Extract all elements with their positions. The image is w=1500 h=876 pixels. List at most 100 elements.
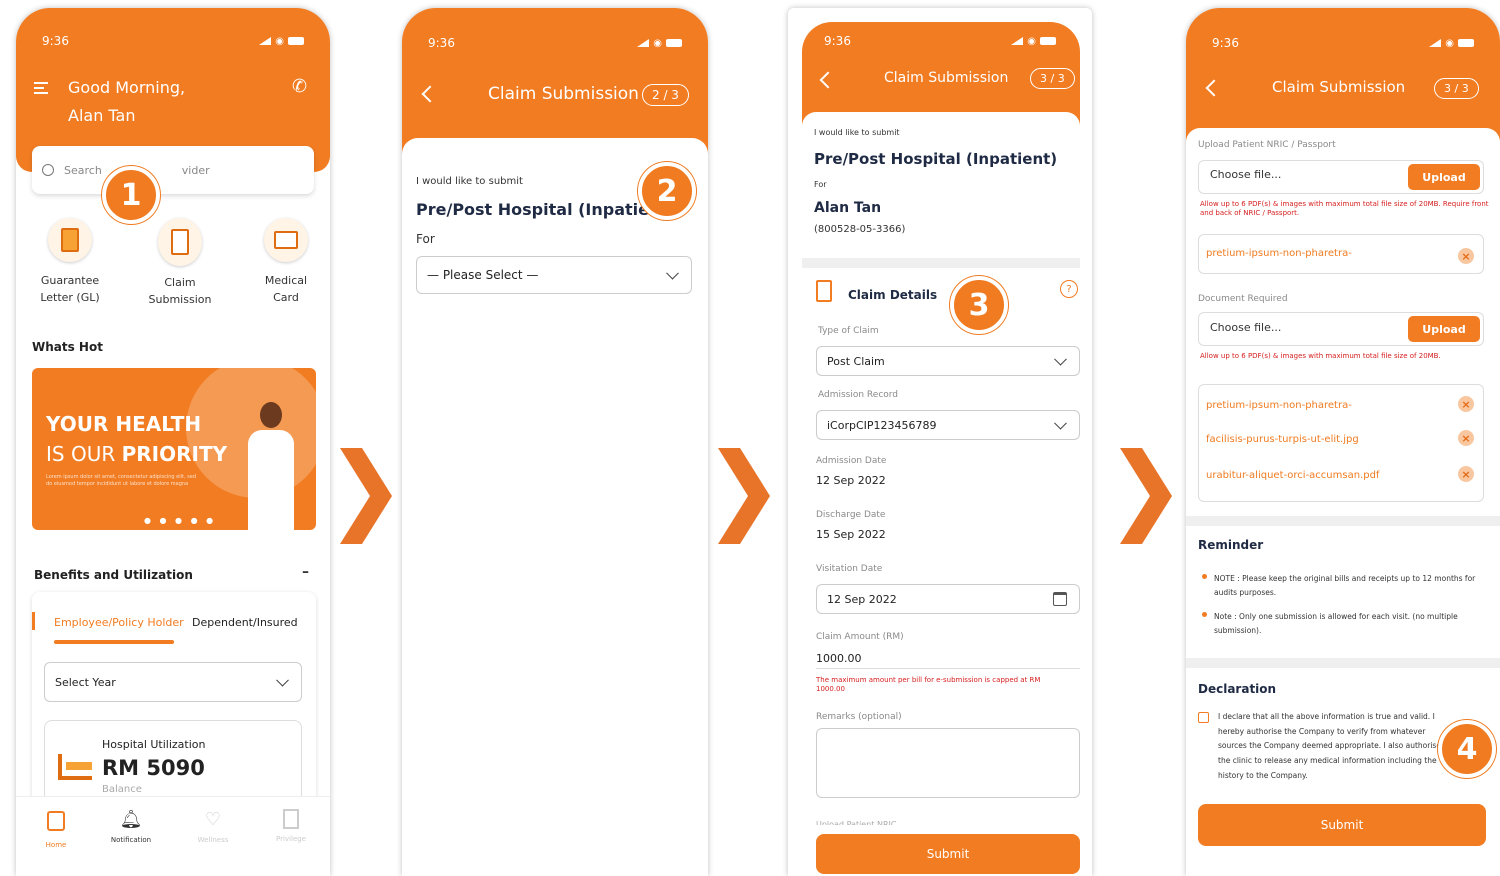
quick-medical-line2: Card: [273, 291, 299, 304]
select-year-dropdown[interactable]: Select Year: [44, 662, 302, 702]
wifi-icon: ◉: [275, 35, 284, 47]
quick-gl[interactable]: Guarantee Letter (GL): [30, 218, 110, 304]
remove-file-icon[interactable]: ×: [1458, 248, 1474, 264]
calendar-icon: [1053, 592, 1067, 606]
reminder-2: Note : Only one submission is allowed fo…: [1214, 612, 1458, 635]
status-time: 9:36: [1212, 36, 1239, 50]
banner-line1: YOUR HEALTH: [46, 412, 202, 436]
home-icon: [47, 811, 65, 831]
search-input[interactable]: Search vider: [32, 146, 314, 194]
reminder-bullet-2: [1202, 612, 1207, 617]
remarks-textarea[interactable]: [816, 728, 1080, 798]
type-of-claim-value: Post Claim: [827, 354, 885, 368]
reminder-bullet-1: [1202, 574, 1207, 579]
screen-home: 9:36 ◉ Good Morning, Alan Tan ✆ Search v…: [16, 8, 330, 876]
quick-gl-line1: Guarantee: [40, 274, 100, 287]
admission-date-value: 12 Sep 2022: [816, 474, 886, 487]
claim-amount-value[interactable]: 1000.00: [816, 652, 862, 665]
chevron-down-icon: [1054, 352, 1067, 366]
visitation-date-picker[interactable]: 12 Sep 2022: [816, 584, 1080, 614]
tab-dependent[interactable]: Dependent/Insured: [192, 616, 298, 629]
status-icons: ◉: [259, 36, 304, 47]
choose-file-text: Choose file...: [1210, 168, 1282, 181]
remove-file-icon[interactable]: ×: [1458, 466, 1474, 482]
banner-line2b: PRIORITY: [121, 442, 228, 466]
submit-button[interactable]: Submit: [1198, 804, 1486, 846]
admission-record-select[interactable]: iCorpCIP123456789: [816, 410, 1080, 440]
next-arrow-icon: [340, 448, 392, 544]
status-bar: 9:36 ◉: [42, 30, 304, 52]
wifi-icon: ◉: [1445, 37, 1454, 49]
battery-icon: [666, 39, 682, 47]
document-required-label: Document Required: [1198, 294, 1288, 304]
section-divider: [802, 258, 1080, 268]
discharge-date-label: Discharge Date: [816, 510, 886, 520]
claim-header: [1186, 8, 1500, 142]
chevron-down-icon: [1054, 416, 1067, 430]
declaration-checkbox[interactable]: [1198, 712, 1209, 723]
page-title: Claim Submission: [488, 84, 639, 104]
signal-icon: [1429, 39, 1442, 47]
carousel-dots[interactable]: ● ● ● ● ●: [144, 516, 216, 525]
admission-record-label: Admission Record: [818, 390, 899, 400]
discharge-date-value: 15 Sep 2022: [816, 528, 886, 541]
step-badge-4: 4: [1438, 720, 1496, 778]
nav-wellness-label: Wellness: [197, 836, 229, 844]
patient-select-placeholder: — Please Select —: [427, 268, 539, 282]
clipboard-icon: [158, 218, 202, 266]
signal-icon: [1011, 37, 1024, 45]
promo-banner[interactable]: YOUR HEALTH IS OUR PRIORITY Lorem ipsum …: [32, 368, 316, 530]
claim-amount-label: Claim Amount (RM): [816, 632, 904, 642]
banner-line2a: IS OUR: [46, 442, 122, 466]
section-divider: [1186, 658, 1500, 668]
search-placeholder-end: vider: [181, 163, 210, 177]
id-card-icon: [264, 218, 308, 262]
menu-icon[interactable]: [34, 82, 48, 94]
remove-file-icon[interactable]: ×: [1458, 430, 1474, 446]
admission-record-value: iCorpCIP123456789: [827, 418, 937, 432]
upload-button[interactable]: Upload: [1408, 164, 1480, 190]
upload-nric-label: Upload Patient NRIC / Passport: [1198, 140, 1336, 150]
visitation-date-label: Visitation Date: [816, 564, 883, 574]
status-bar: 9:36 ◉: [428, 32, 682, 54]
status-icons: ◉: [1429, 38, 1474, 49]
remove-file-icon[interactable]: ×: [1458, 396, 1474, 412]
type-of-claim-select[interactable]: Post Claim: [816, 346, 1080, 376]
step-badge-2: 2: [638, 162, 696, 220]
next-arrow-icon: [718, 448, 770, 544]
status-time: 9:36: [428, 36, 455, 50]
reminder-heading: Reminder: [1198, 538, 1264, 552]
upload-button-2[interactable]: Upload: [1408, 316, 1480, 342]
benefits-heading: Benefits and Utilization: [34, 568, 193, 582]
nav-wellness[interactable]: ♡ Wellness: [188, 809, 238, 844]
quick-claim[interactable]: Claim Submission: [140, 218, 220, 306]
tab-employee[interactable]: Employee/Policy Holder: [54, 616, 184, 629]
for-label: For: [814, 180, 827, 189]
help-icon[interactable]: ?: [1060, 280, 1078, 298]
submit-button[interactable]: Submit: [816, 834, 1080, 874]
step-indicator: 2 / 3: [642, 84, 689, 106]
remarks-label: Remarks (optional): [816, 712, 902, 722]
heart-icon: ♡: [204, 809, 222, 830]
submit-intro: I would like to submit: [814, 128, 900, 137]
patient-select[interactable]: — Please Select —: [416, 256, 692, 294]
benefits-collapse-toggle[interactable]: –: [302, 564, 309, 580]
chevron-down-icon: [666, 266, 679, 280]
bottom-nav: Home 🔔︎ Notification ♡ Wellness Privilege: [16, 796, 330, 876]
nric-file-name: pretium-ipsum-non-pharetra-: [1206, 248, 1352, 259]
phone-icon[interactable]: ✆: [292, 76, 307, 97]
bell-icon: 🔔︎: [119, 809, 143, 830]
claim-header: [402, 8, 708, 154]
upload-hint-partial: Upload Patient NRIC: [816, 820, 897, 825]
step-badge-3: 3: [950, 276, 1008, 334]
status-bar: 9:36 ◉: [824, 30, 1056, 52]
whats-hot-heading: Whats Hot: [32, 340, 103, 354]
claim-amount-error: The maximum amount per bill for e-submis…: [816, 676, 1041, 693]
quick-medical-line1: Medical: [264, 274, 308, 287]
battery-icon: [288, 37, 304, 45]
nav-home[interactable]: Home: [36, 811, 76, 849]
nav-notification[interactable]: 🔔︎ Notification: [106, 809, 156, 844]
quick-medical-card[interactable]: Medical Card: [246, 218, 326, 304]
nav-privilege[interactable]: Privilege: [266, 809, 316, 843]
banner-small-text: Lorem ipsum dolor sit amet, consectetur …: [46, 474, 196, 487]
